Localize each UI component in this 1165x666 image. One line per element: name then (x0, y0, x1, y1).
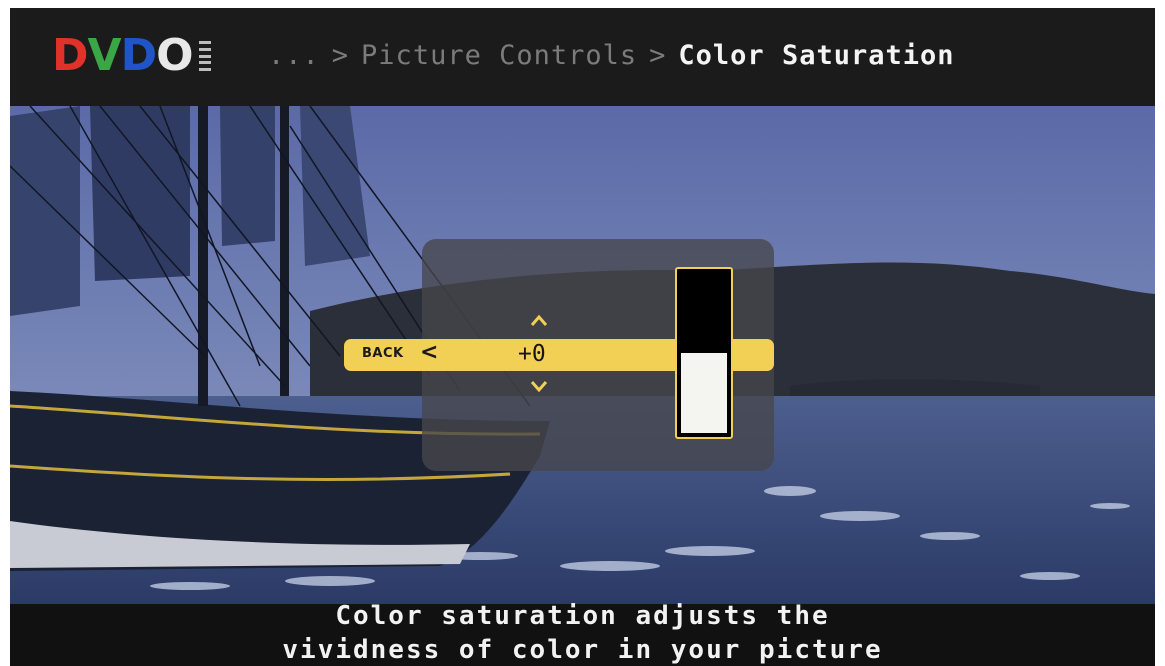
logo-badge-icon (198, 41, 211, 71)
logo-letter-o: O (156, 30, 193, 81)
breadcrumb-separator: > (649, 40, 667, 71)
chevron-left-icon[interactable]: < (420, 340, 438, 365)
chevron-down-icon[interactable] (530, 377, 548, 395)
dvdo-logo: D V D O (52, 34, 211, 78)
logo-letter-d1: D (52, 30, 89, 81)
caption-line-2: vividness of color in your picture (282, 635, 883, 665)
caption-line-1: Color saturation adjusts the (335, 601, 830, 631)
saturation-level-fill (681, 353, 727, 433)
breadcrumb-current: Color Saturation (678, 40, 955, 71)
logo-letter-v: V (87, 30, 122, 81)
back-button-label[interactable]: BACK (362, 346, 404, 361)
breadcrumb-picture-controls[interactable]: Picture Controls (361, 40, 637, 71)
header-bar: D V D O ... > Picture Controls > Color S… (10, 8, 1155, 106)
saturation-value: +0 (518, 341, 546, 367)
saturation-level-meter (675, 267, 733, 439)
chevron-up-icon[interactable] (530, 312, 548, 330)
breadcrumb: ... > Picture Controls > Color Saturatio… (268, 40, 955, 71)
tv-screen: D V D O ... > Picture Controls > Color S… (10, 8, 1155, 666)
breadcrumb-separator: > (331, 40, 350, 71)
breadcrumb-ellipsis[interactable]: ... (268, 40, 320, 71)
help-caption: Color saturation adjusts the vividness o… (10, 601, 1155, 666)
logo-letter-d2: D (120, 30, 158, 81)
